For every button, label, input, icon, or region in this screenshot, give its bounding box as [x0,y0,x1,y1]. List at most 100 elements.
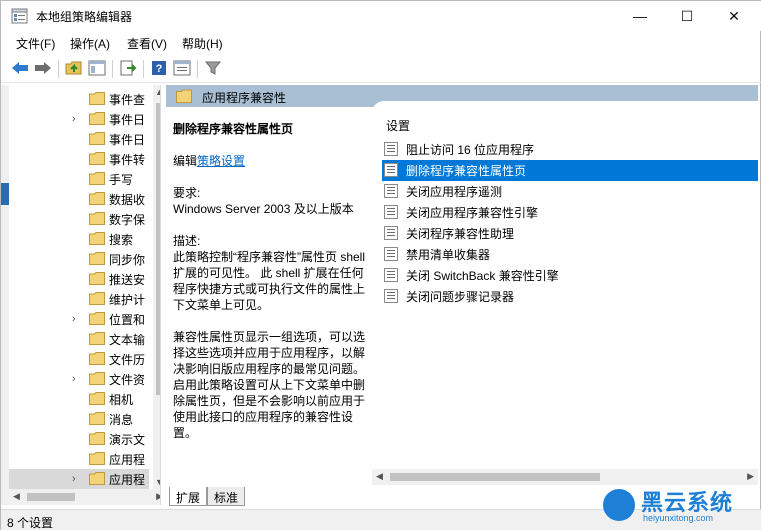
tree-item[interactable]: 相机 [9,389,149,409]
tree-item[interactable]: 手写 [9,169,149,189]
scroll-thumb[interactable] [156,103,160,395]
edit-policy-link[interactable]: 策略设置 [197,154,245,168]
tree-item[interactable]: › 应用程 [9,469,149,489]
scroll-left-icon[interactable]: ◀ [376,471,383,482]
description-line: 兼容性属性页显示一组选项，可以选 [173,330,366,344]
up-level-button[interactable] [64,58,84,78]
setting-row[interactable]: 关闭问题步骤记录器 [382,286,758,307]
tree-item-label: 事件日 [109,112,146,127]
description-line: 程序快捷方式或可执行文件的属性上 [173,282,366,296]
minimize-button[interactable]: — [617,1,663,31]
folder-icon [89,452,105,465]
folder-icon [89,272,105,285]
tree-item-label: 推送安 [109,272,146,287]
tree-item-label: 同步你 [109,252,146,267]
tree-item[interactable]: 事件日 [9,129,149,149]
tree-item-label: 事件日 [109,132,146,147]
toolbar-separator [112,60,113,78]
category-title: 应用程序兼容性 [202,91,287,105]
setting-row[interactable]: 关闭程序兼容性助理 [382,223,758,244]
folder-icon [89,132,105,145]
tree-horizontal-scrollbar[interactable]: ◀ ▶ [9,489,160,505]
edit-line: 编辑策略设置 [173,153,369,169]
folder-icon [89,232,105,245]
folder-icon [89,112,105,125]
tree-item[interactable]: 推送安 [9,269,149,289]
tab-standard[interactable]: 标准 [207,487,246,506]
chevron-right-icon[interactable]: › [72,373,82,385]
group-policy-editor-window: 本地组策略编辑器 — ☐ ✕ 文件(F) 操作(A) 查看(V) 帮助(H) ? [0,0,761,530]
site-watermark: 黑云系统 heiyunxitong.com [601,485,761,529]
tree-item[interactable]: 消息 [9,409,149,429]
menu-help[interactable]: 帮助(H) [182,35,223,52]
edit-prefix: 编辑 [173,154,198,168]
tree-item-label: 演示文 [109,432,146,447]
folder-icon [89,392,105,405]
scroll-right-icon[interactable]: ▶ [156,491,160,502]
policy-setting-icon [384,205,398,219]
folder-icon [89,92,105,105]
setting-row[interactable]: 禁用清单收集器 [382,244,758,265]
tree-item-label: 应用程 [109,452,146,467]
scroll-right-icon[interactable]: ▶ [747,471,754,482]
setting-row[interactable]: 删除程序兼容性属性页 [382,160,758,181]
scroll-left-icon[interactable]: ◀ [13,491,20,502]
tree-item[interactable]: 事件查 [9,89,149,109]
tree-item[interactable]: 事件转 [9,149,149,169]
tree-item[interactable]: 文本输 [9,329,149,349]
scroll-down-icon[interactable]: ▼ [155,477,160,487]
settings-list: 设置 阻止访问 16 位应用程序 删除程序兼容性属性页 关闭应用程序遥测 关闭应用程序… [372,101,758,483]
tree-vertical-scrollbar[interactable]: ▲ ▼ [153,85,160,489]
forward-button[interactable] [33,58,53,78]
properties-button[interactable] [172,58,192,78]
close-button[interactable]: ✕ [711,1,757,31]
minimize-icon: — [633,8,647,24]
tree-item[interactable]: 同步你 [9,249,149,269]
filter-button[interactable] [203,58,223,78]
tree-item[interactable]: 应用程 [9,449,149,469]
setting-row[interactable]: 关闭应用程序兼容性引擎 [382,202,758,223]
tree-item[interactable]: 演示文 [9,429,149,449]
policy-description: 删除程序兼容性属性页 编辑策略设置 要求: Windows Server 200… [173,121,369,441]
scroll-thumb[interactable] [390,473,600,481]
description-line: 决影响旧版应用程序的最常见问题。 [173,362,366,376]
chevron-right-icon[interactable]: › [72,473,82,485]
help-button[interactable]: ? [149,58,169,78]
tree-item[interactable]: › 位置和 [9,309,149,329]
setting-row[interactable]: 关闭 SwitchBack 兼容性引擎 [382,265,758,286]
show-hide-tree-button[interactable] [87,58,107,78]
chevron-right-icon[interactable]: › [72,113,82,125]
back-button[interactable] [10,58,30,78]
maximize-icon: ☐ [680,7,694,24]
tree-item[interactable]: 维护计 [9,289,149,309]
properties-icon [173,60,191,76]
tab-extended[interactable]: 扩展 [169,487,208,506]
scroll-thumb[interactable] [27,493,75,501]
menu-view[interactable]: 查看(V) [127,35,167,52]
chevron-right-icon[interactable]: › [72,313,82,325]
tree-item[interactable]: › 文件资 [9,369,149,389]
description-label: 描述: [173,234,201,248]
toolbar: ? [1,55,761,83]
tree-item[interactable]: › 事件日 [9,109,149,129]
tree-item[interactable]: 数字保 [9,209,149,229]
folder-icon [89,432,105,445]
setting-row[interactable]: 阻止访问 16 位应用程序 [382,139,758,160]
requirements-label: 要求: [173,186,201,200]
scroll-up-icon[interactable]: ▲ [155,87,160,97]
tree-item-label: 文本输 [109,332,146,347]
folder-icon [89,472,105,485]
settings-horizontal-scrollbar[interactable]: ◀ ▶ [372,469,758,485]
menu-file[interactable]: 文件(F) [16,35,55,52]
export-list-button[interactable] [118,58,138,78]
policy-setting-icon [384,184,398,198]
settings-column-header[interactable]: 设置 [386,117,410,134]
folder-icon [89,172,105,185]
tree-item-label: 事件转 [109,152,146,167]
tree-item[interactable]: 数据收 [9,189,149,209]
tree-item[interactable]: 搜索 [9,229,149,249]
setting-row[interactable]: 关闭应用程序遥测 [382,181,758,202]
tree-item[interactable]: 文件历 [9,349,149,369]
menu-action[interactable]: 操作(A) [70,35,110,52]
maximize-button[interactable]: ☐ [664,1,710,31]
